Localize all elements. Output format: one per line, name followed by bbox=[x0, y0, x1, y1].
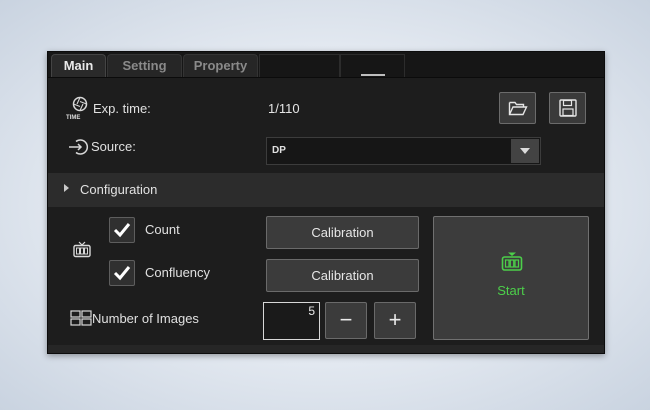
panel-footer-strip bbox=[48, 345, 604, 353]
tab-empty[interactable] bbox=[259, 54, 340, 77]
source-selected-value: DP bbox=[272, 145, 286, 156]
exposure-time-value: 1/110 bbox=[268, 101, 300, 116]
source-label: Source: bbox=[91, 139, 136, 154]
counter-icon bbox=[73, 241, 91, 258]
tab-setting[interactable]: Setting bbox=[107, 54, 182, 77]
save-icon bbox=[558, 99, 577, 117]
checkmark-icon bbox=[113, 266, 131, 281]
start-button[interactable]: Start bbox=[433, 216, 589, 340]
increment-button[interactable]: + bbox=[374, 302, 416, 339]
confluency-checkbox[interactable] bbox=[109, 260, 135, 286]
count-label: Count bbox=[145, 222, 180, 237]
tab-main[interactable]: Main bbox=[51, 54, 106, 77]
source-select[interactable]: DP bbox=[266, 137, 541, 165]
configuration-section-header[interactable]: Configuration bbox=[48, 173, 604, 207]
save-button[interactable] bbox=[549, 92, 586, 124]
count-checkbox[interactable] bbox=[109, 217, 135, 243]
tab-bar: Main Setting Property bbox=[48, 52, 604, 78]
open-folder-button[interactable] bbox=[499, 92, 536, 124]
decrement-button[interactable]: − bbox=[325, 302, 367, 339]
tab-property[interactable]: Property bbox=[183, 54, 258, 77]
number-of-images-input[interactable]: 5 bbox=[263, 302, 320, 340]
main-panel: Main Setting Property TIME Exp. time: 1/… bbox=[47, 51, 605, 354]
configuration-label: Configuration bbox=[80, 182, 158, 197]
tab-collapse[interactable] bbox=[340, 54, 405, 77]
start-counter-icon bbox=[501, 252, 523, 271]
number-of-images-value: 5 bbox=[308, 304, 315, 318]
minimize-dash-icon bbox=[361, 74, 385, 76]
confluency-calibration-button[interactable]: Calibration bbox=[266, 259, 419, 292]
expand-caret-icon bbox=[64, 184, 69, 192]
time-icon-caption: TIME bbox=[66, 115, 81, 121]
chevron-down-icon[interactable] bbox=[511, 139, 539, 163]
count-calibration-button[interactable]: Calibration bbox=[266, 216, 419, 249]
source-input-icon bbox=[69, 139, 89, 155]
exposure-time-label: Exp. time: bbox=[93, 101, 151, 116]
confluency-label: Confluency bbox=[145, 265, 211, 280]
number-of-images-icon bbox=[70, 310, 92, 326]
start-label: Start bbox=[497, 283, 525, 298]
number-of-images-label: Number of Images bbox=[92, 311, 199, 326]
folder-open-icon bbox=[508, 101, 528, 116]
checkmark-icon bbox=[113, 223, 131, 238]
